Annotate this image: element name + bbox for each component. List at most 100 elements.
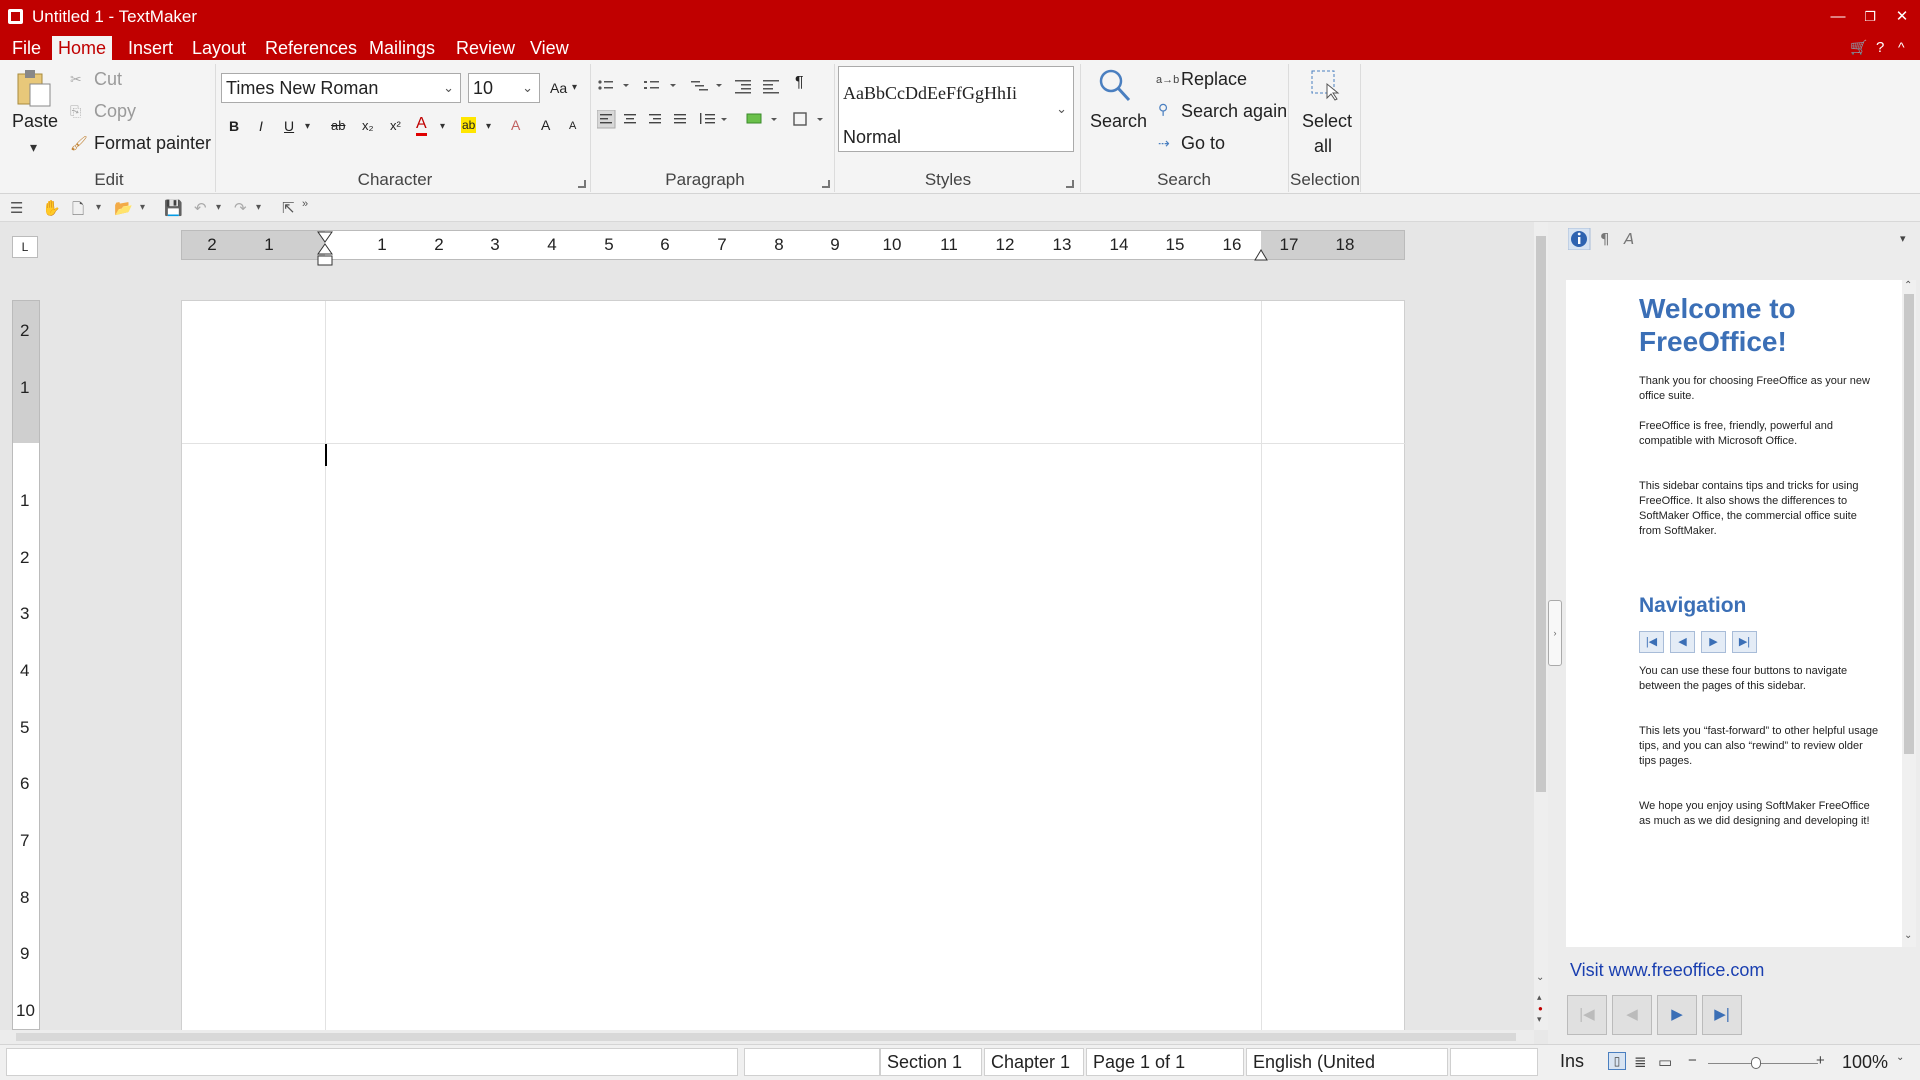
font-size-combo[interactable]: 10 ⌄ bbox=[468, 73, 540, 103]
highlight-button[interactable]: ab bbox=[461, 117, 477, 133]
status-language[interactable]: English (United bbox=[1246, 1048, 1448, 1076]
browse-object-icon[interactable]: ● bbox=[1538, 1004, 1543, 1013]
chevron-up-icon[interactable]: ⌃ bbox=[1904, 280, 1912, 291]
chevron-down-icon[interactable]: ⌄ bbox=[1904, 930, 1912, 941]
undo-icon[interactable]: ↶ bbox=[194, 199, 207, 217]
show-formatting-marks-button[interactable]: ¶ bbox=[795, 74, 804, 92]
replace-button[interactable]: Replace bbox=[1181, 69, 1247, 90]
new-document-icon[interactable]: 🗋 bbox=[72, 199, 84, 224]
status-page[interactable]: Page 1 of 1 bbox=[1086, 1048, 1244, 1076]
select-all-icon[interactable] bbox=[1309, 68, 1341, 102]
save-icon[interactable]: 💾 bbox=[164, 199, 183, 217]
zoom-out-button[interactable]: − bbox=[1688, 1052, 1697, 1069]
cut-button[interactable]: Cut bbox=[94, 69, 122, 90]
select-objects-icon[interactable]: ⇱ bbox=[282, 199, 295, 217]
zoom-slider-knob[interactable] bbox=[1751, 1057, 1761, 1069]
zoom-level[interactable]: 100% bbox=[1842, 1052, 1888, 1073]
underline-button[interactable]: U bbox=[284, 118, 294, 134]
shop-cart-icon[interactable]: 🛒 bbox=[1850, 39, 1867, 56]
underline-dropdown-icon[interactable]: ▾ bbox=[305, 122, 310, 132]
previous-page-icon[interactable]: ▴ bbox=[1537, 992, 1542, 1003]
chevron-down-icon[interactable]: ⌄ bbox=[1896, 1052, 1904, 1063]
freeoffice-website-link[interactable]: Visit www.freeoffice.com bbox=[1570, 960, 1764, 981]
menu-mailings[interactable]: Mailings bbox=[363, 36, 441, 60]
collapse-ribbon-icon[interactable]: ^ bbox=[1898, 39, 1905, 55]
scrollbar-thumb[interactable] bbox=[16, 1033, 1516, 1041]
sidebar-nav-prev-icon[interactable]: ◀ bbox=[1670, 631, 1695, 653]
styles-dialog-launcher[interactable] bbox=[1066, 180, 1074, 188]
sidebar-nav-first-icon[interactable]: |◀ bbox=[1639, 631, 1664, 653]
right-indent-marker[interactable] bbox=[1253, 240, 1269, 262]
master-page-view-icon[interactable]: ▭ bbox=[1658, 1053, 1672, 1071]
scrollbar-thumb[interactable] bbox=[1536, 236, 1546, 792]
next-page-icon[interactable]: ▾ bbox=[1537, 1014, 1542, 1025]
sidebar-scrollbar[interactable]: ⌃ ⌄ bbox=[1902, 280, 1916, 947]
menu-view[interactable]: View bbox=[524, 36, 575, 60]
chevron-down-icon[interactable]: ▾ bbox=[256, 202, 261, 213]
sidebar-options-dropdown-icon[interactable]: ▾ bbox=[1900, 232, 1906, 245]
menu-review[interactable]: Review bbox=[450, 36, 521, 60]
document-page[interactable] bbox=[181, 300, 1406, 1036]
paste-icon[interactable] bbox=[14, 68, 54, 108]
status-insert-mode[interactable]: Ins bbox=[1554, 1048, 1606, 1076]
sidebar-collapse-handle[interactable]: › bbox=[1548, 600, 1562, 666]
shrink-font-button[interactable]: A bbox=[569, 120, 576, 132]
textmaker-app-icon[interactable] bbox=[8, 9, 23, 24]
zoom-in-button[interactable]: + bbox=[1816, 1052, 1825, 1069]
close-button[interactable]: ✕ bbox=[1888, 6, 1916, 28]
page-view-icon[interactable]: ▯ bbox=[1608, 1052, 1626, 1070]
sidebar-first-page-button[interactable]: |◀ bbox=[1567, 995, 1607, 1035]
menu-file[interactable]: File bbox=[6, 36, 47, 60]
minimize-button[interactable]: — bbox=[1824, 6, 1852, 28]
sidebar-nav-next-icon[interactable]: ▶ bbox=[1701, 631, 1726, 653]
scrollbar-thumb[interactable] bbox=[1904, 294, 1914, 754]
styles-gallery[interactable]: AaBbCcDdEeFfGgHhIi Normal ⌄ bbox=[838, 66, 1074, 152]
chevron-down-icon[interactable]: ▾ bbox=[216, 202, 221, 213]
sidebar-prev-page-button[interactable]: ◀ bbox=[1612, 995, 1652, 1035]
chevron-down-icon[interactable]: ⌄ bbox=[1056, 101, 1067, 117]
menu-layout[interactable]: Layout bbox=[186, 36, 252, 60]
grow-font-button[interactable]: A bbox=[541, 117, 550, 133]
tab-stop-selector[interactable]: L bbox=[12, 236, 38, 258]
select-button[interactable]: Select bbox=[1302, 111, 1352, 132]
change-case-button[interactable]: Aa bbox=[550, 80, 567, 96]
restore-button[interactable]: ❐ bbox=[1856, 6, 1884, 28]
help-icon[interactable]: ? bbox=[1876, 39, 1884, 56]
highlight-dropdown-icon[interactable]: ▾ bbox=[486, 122, 491, 132]
more-icon[interactable]: » bbox=[302, 198, 308, 210]
character-dialog-launcher[interactable] bbox=[578, 180, 586, 188]
paste-button[interactable]: Paste bbox=[12, 111, 58, 132]
outline-view-icon[interactable]: ≣ bbox=[1634, 1053, 1647, 1071]
chevron-down-icon[interactable]: ▾ bbox=[96, 202, 101, 213]
font-name-combo[interactable]: Times New Roman ⌄ bbox=[221, 73, 461, 103]
paste-dropdown-icon[interactable]: ▾ bbox=[30, 140, 37, 154]
font-color-dropdown-icon[interactable]: ▾ bbox=[440, 122, 445, 132]
format-painter-button[interactable]: Format painter bbox=[94, 133, 211, 154]
search-again-button[interactable]: Search again bbox=[1181, 101, 1287, 122]
subscript-button[interactable]: x₂ bbox=[362, 118, 374, 133]
open-folder-icon[interactable]: 📂 bbox=[114, 199, 133, 217]
search-button[interactable]: Search bbox=[1090, 111, 1147, 132]
chevron-down-icon[interactable]: ⌄ bbox=[1536, 972, 1544, 983]
superscript-button[interactable]: x² bbox=[390, 118, 401, 133]
clear-formatting-button[interactable]: A bbox=[511, 117, 520, 133]
hand-tool-icon[interactable]: ✋ bbox=[42, 199, 61, 217]
menu-references[interactable]: References bbox=[259, 36, 363, 60]
vertical-ruler[interactable]: 2 1 1 2 3 4 5 6 7 8 9 10 bbox=[12, 300, 40, 1030]
paragraph-dialog-launcher[interactable] bbox=[822, 180, 830, 188]
font-color-button[interactable]: A bbox=[416, 115, 427, 136]
bold-button[interactable]: B bbox=[229, 118, 239, 134]
change-case-dropdown-icon[interactable]: ▾ bbox=[572, 83, 577, 93]
select-all-button[interactable]: all bbox=[1314, 136, 1332, 157]
document-vertical-scrollbar[interactable]: ⌄ ▴ ● ▾ bbox=[1534, 222, 1548, 1030]
hamburger-menu-icon[interactable]: ☰ bbox=[10, 199, 23, 217]
chevron-down-icon[interactable]: ▾ bbox=[140, 202, 145, 213]
go-to-button[interactable]: Go to bbox=[1181, 133, 1225, 154]
copy-button[interactable]: Copy bbox=[94, 101, 136, 122]
menu-home[interactable]: Home bbox=[52, 36, 113, 60]
left-indent-marker[interactable] bbox=[316, 230, 334, 270]
sidebar-last-page-button[interactable]: ▶| bbox=[1702, 995, 1742, 1035]
sidebar-next-page-button[interactable]: ▶ bbox=[1657, 995, 1697, 1035]
search-icon[interactable] bbox=[1098, 68, 1132, 104]
strikethrough-button[interactable]: ab bbox=[331, 118, 345, 133]
